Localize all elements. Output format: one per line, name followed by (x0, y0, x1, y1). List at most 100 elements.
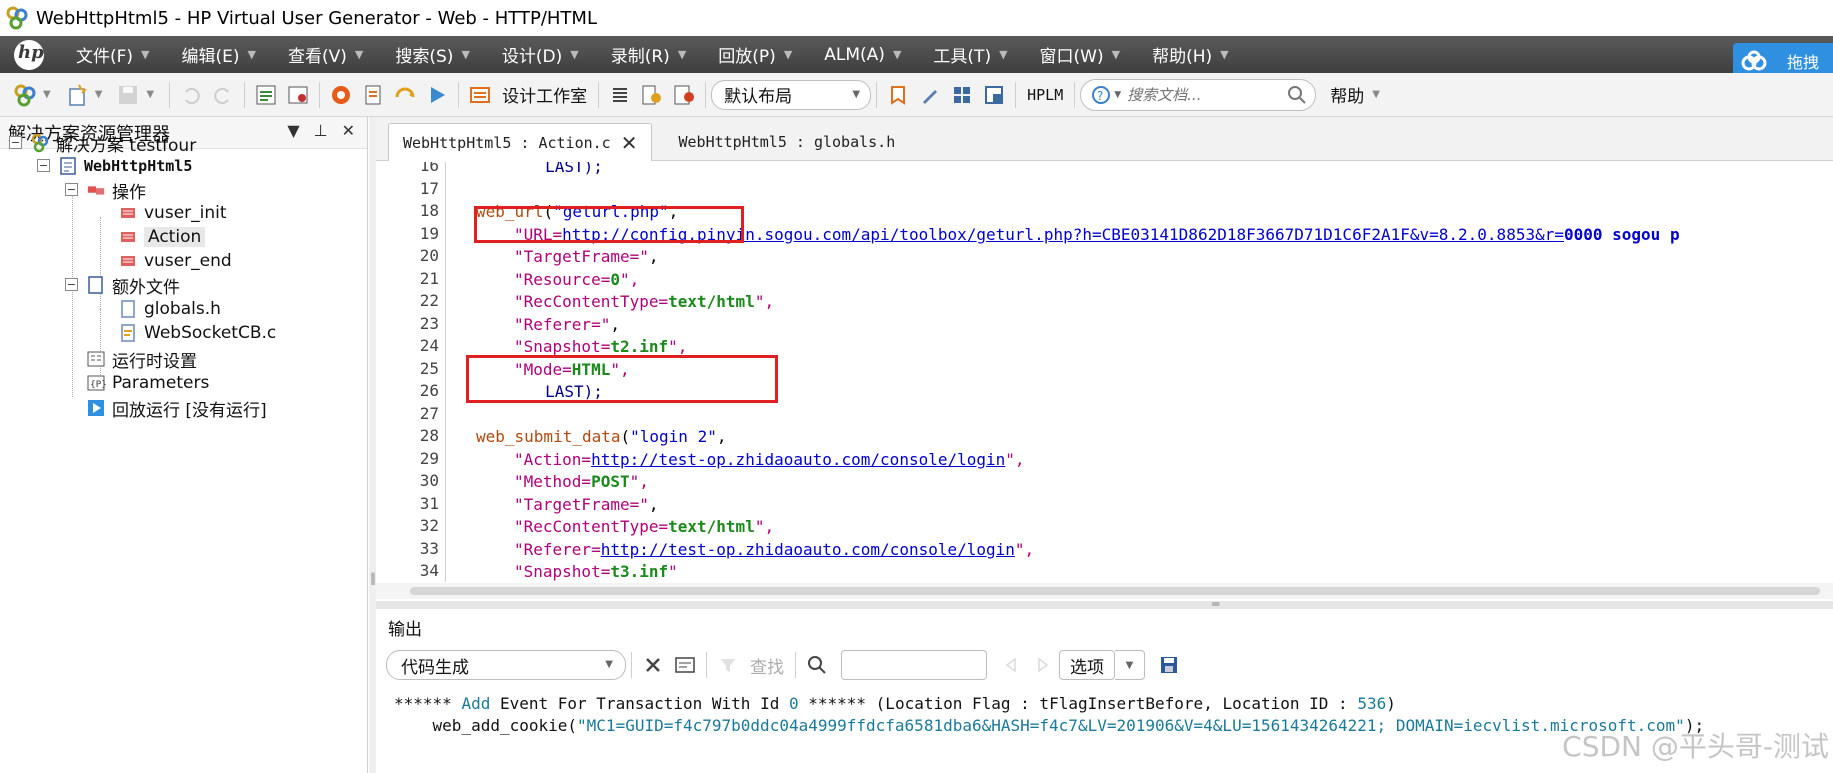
code-line: "Referer=http://test-op.zhidaoauto.com/c… (514, 539, 1035, 559)
regenerate-icon[interactable] (360, 82, 386, 108)
horizontal-scrollbar[interactable] (376, 583, 1833, 599)
search-icon[interactable] (1287, 85, 1307, 105)
doc-search-box[interactable]: ? ▼ (1080, 78, 1317, 111)
output-pane: 输出 代码生成 ▼ 查找 选项 ▼ ****** Add Event For T… (376, 609, 1833, 773)
app-icon (6, 6, 28, 30)
settings-icon (86, 349, 106, 369)
window-icon[interactable] (981, 82, 1007, 108)
scrollbar-thumb[interactable] (410, 587, 1820, 595)
tree-collapse-toggle[interactable]: − (65, 183, 78, 196)
run-time-icon[interactable] (639, 82, 665, 108)
tree-item-extra-files[interactable]: 额外文件 (86, 273, 180, 298)
replay-step-icon[interactable] (392, 82, 418, 108)
tree-item-vuser-end[interactable]: vuser_end (118, 249, 232, 273)
options-dropdown[interactable]: ▼ (1115, 650, 1145, 680)
play-icon (86, 398, 106, 418)
tree-collapse-toggle[interactable]: − (37, 159, 50, 172)
tab-globals-h[interactable]: WebHttpHtml5 : globals.h (664, 124, 909, 160)
line-number: 33 (419, 538, 439, 558)
options-button[interactable]: 选项 (1059, 650, 1115, 680)
undo-icon[interactable] (178, 82, 204, 108)
bookmark-icon[interactable] (885, 82, 911, 108)
line-number: 18 (419, 201, 439, 220)
step-list-icon[interactable] (607, 82, 633, 108)
new-script-icon[interactable] (64, 82, 90, 108)
menu-record[interactable]: 录制(R) ▼ (611, 36, 719, 73)
menu-edit[interactable]: 编辑(E) ▼ (182, 36, 288, 73)
tree-collapse-toggle[interactable]: − (9, 136, 22, 149)
chevron-down-icon[interactable]: ▼ (43, 89, 51, 100)
chevron-down-icon: ▼ (247, 48, 256, 61)
design-studio-icon[interactable] (467, 82, 493, 108)
search-icon[interactable] (804, 652, 830, 678)
find-prev-icon[interactable] (998, 652, 1024, 678)
hplm-button[interactable]: HPLM (1027, 86, 1063, 104)
watermark-text: CSDN @平头哥-测试 (1562, 730, 1829, 763)
action-icon (118, 203, 138, 223)
compile-icon[interactable] (253, 82, 279, 108)
design-studio-button[interactable]: 设计工作室 (502, 82, 587, 107)
tree-item-websocket[interactable]: WebSocketCB.c (118, 321, 276, 345)
menu-tools[interactable]: 工具(T) ▼ (933, 36, 1039, 73)
output-find-input[interactable] (841, 650, 987, 680)
redo-icon[interactable] (210, 82, 236, 108)
close-icon[interactable]: ✕ (621, 131, 638, 155)
line-number: 22 (419, 291, 439, 310)
help-button[interactable]: 帮助 (1330, 82, 1364, 107)
output-toolbar: 代码生成 ▼ 查找 选项 ▼ (376, 645, 1833, 685)
find-button[interactable]: 查找 (750, 653, 784, 678)
tree-item-solution[interactable]: 解决方案 testfour (30, 131, 196, 156)
menu-design[interactable]: 设计(D) ▼ (502, 36, 611, 73)
tree-item-script[interactable]: WebHttpHtml5 (58, 154, 192, 178)
menu-file[interactable]: 文件(F) ▼ (76, 36, 182, 73)
solution-icon[interactable] (12, 82, 38, 108)
play-icon[interactable] (424, 82, 450, 108)
solution-explorer: 解决方案资源管理器 ▼ ⊥ ✕ − 解决方案 testfour − WebHtt… (0, 117, 368, 773)
menu-view[interactable]: 查看(V) ▼ (288, 36, 395, 73)
tree-item-parameters[interactable]: {P} Parameters (86, 371, 209, 395)
doc-search-input[interactable] (1127, 85, 1278, 104)
layout-select[interactable]: 默认布局 ▼ (711, 79, 872, 110)
menu-replay[interactable]: 回放(P) ▼ (718, 36, 824, 73)
tab-action-c[interactable]: WebHttpHtml5 : Action.c ✕ (388, 123, 653, 161)
tree-item-runtime-settings[interactable]: 运行时设置 (86, 347, 197, 372)
chevron-down-icon: ▼ (354, 48, 364, 61)
tree-item-globals[interactable]: globals.h (118, 297, 221, 321)
record-icon[interactable] (328, 82, 354, 108)
chevron-down-icon[interactable]: ▼ (1372, 89, 1380, 100)
menu-help[interactable]: 帮助(H) ▼ (1152, 36, 1261, 73)
chevron-down-icon[interactable]: ▼ (287, 121, 299, 140)
wrap-icon[interactable] (672, 652, 698, 678)
code-line: "Method=POST", (514, 472, 649, 491)
parameter-icon[interactable] (671, 82, 697, 108)
snapshot-icon[interactable] (285, 82, 311, 108)
filter-icon[interactable] (715, 652, 741, 678)
menu-window[interactable]: 窗口(W) ▼ (1040, 36, 1153, 73)
chevron-down-icon[interactable]: ▼ (95, 89, 103, 100)
tree-item-vuser-init[interactable]: vuser_init (118, 201, 227, 225)
line-number: 26 (419, 381, 439, 400)
tree-item-replay[interactable]: 回放运行 [没有运行] (86, 396, 267, 421)
output-category-select[interactable]: 代码生成 ▼ (386, 650, 626, 680)
code-area[interactable]: 16 17 18 19 20 21 22 23 24 25 26 27 28 29 30 31 32 33 34 L… (376, 162, 1833, 582)
tree-item-action[interactable]: Action (118, 225, 206, 249)
vertical-splitter[interactable]: ‖ (369, 117, 376, 773)
tree-item-actions[interactable]: 操作 (86, 178, 146, 203)
grid-icon[interactable] (949, 82, 975, 108)
pin-icon[interactable]: ⊥ (314, 121, 328, 140)
horizontal-splitter[interactable]: ═ (376, 597, 1833, 611)
save-icon[interactable] (115, 82, 141, 108)
close-icon[interactable]: ✕ (342, 121, 355, 140)
tree-collapse-toggle[interactable]: − (65, 278, 78, 291)
chevron-down-icon[interactable]: ▼ (146, 89, 154, 100)
pen-icon[interactable] (917, 82, 943, 108)
parameters-icon: {P} (86, 373, 106, 393)
chevron-down-icon: ▼ (570, 48, 579, 61)
find-next-icon[interactable] (1030, 652, 1056, 678)
highlight-box-web-submit-data (466, 355, 778, 403)
menu-search[interactable]: 搜索(S) ▼ (395, 36, 502, 73)
code-line: "TargetFrame=", (514, 494, 659, 514)
save-icon[interactable] (1156, 652, 1182, 678)
menu-alm[interactable]: ALM(A) ▼ (824, 36, 933, 73)
clear-icon[interactable] (640, 652, 666, 678)
